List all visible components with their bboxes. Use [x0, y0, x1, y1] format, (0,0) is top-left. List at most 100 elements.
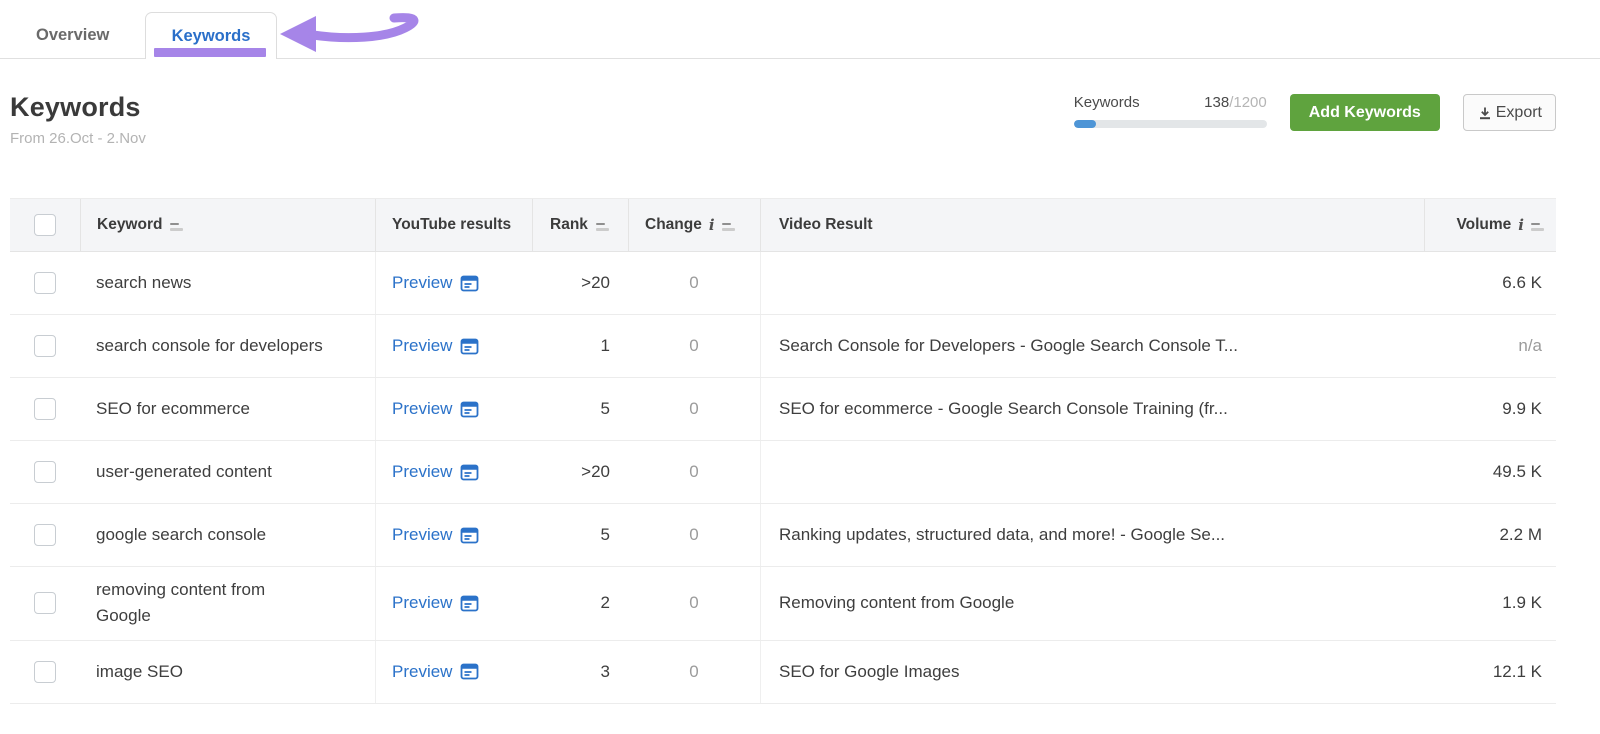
- limit-label: Keywords: [1073, 94, 1140, 111]
- preview-window-icon: [461, 527, 479, 543]
- add-keywords-label: Add Keywords: [1308, 103, 1421, 121]
- tab-overview[interactable]: Overview: [20, 12, 125, 58]
- keyword-cell: SEO for ecommerce: [96, 398, 250, 418]
- rank-value: 2: [600, 593, 610, 613]
- keywords-progress-fill: [1073, 120, 1096, 128]
- preview-link[interactable]: Preview: [392, 662, 479, 682]
- row-checkbox-cell: [10, 504, 80, 566]
- row-checkbox-cell: [10, 441, 80, 503]
- tab-keywords[interactable]: Keywords: [145, 12, 277, 59]
- row-checkbox-cell: [10, 378, 80, 440]
- tab-bar: Overview Keywords: [0, 0, 1600, 59]
- change-value: 0: [689, 336, 699, 355]
- date-range: From 26.Oct - 2.Nov: [10, 130, 146, 147]
- keywords-table: Keyword YouTube results Rank Change i Vi…: [10, 198, 1556, 704]
- preview-cell: Preview: [375, 504, 532, 566]
- preview-cell: Preview: [375, 378, 532, 440]
- keywords-limit-widget: Keywords 138/1200: [1073, 94, 1267, 128]
- page-title: Keywords: [10, 92, 141, 122]
- sort-icon: [721, 222, 735, 231]
- row-checkbox[interactable]: [34, 398, 56, 420]
- info-icon: i: [708, 215, 715, 234]
- preview-cell: Preview: [375, 567, 532, 640]
- table-row: image SEO Preview 3 0 SEO for Google Ima…: [10, 640, 1556, 704]
- keywords-limit-text: Keywords 138/1200: [1074, 94, 1267, 111]
- volume-value: 12.1 K: [1492, 661, 1542, 681]
- table-row: user-generated content Preview >20 0 49.…: [10, 441, 1556, 504]
- keyword-cell: user-generated content: [96, 461, 272, 481]
- preview-window-icon: [461, 464, 479, 480]
- limit-used: 138: [1204, 94, 1230, 111]
- preview-window-icon: [461, 338, 479, 354]
- preview-window-icon: [461, 663, 479, 680]
- row-checkbox[interactable]: [34, 524, 56, 546]
- keyword-cell: search console for developers: [96, 335, 323, 355]
- add-keywords-button[interactable]: Add Keywords: [1289, 94, 1440, 131]
- rank-value: 3: [600, 661, 610, 681]
- tab-overview-label: Overview: [36, 25, 110, 44]
- column-header-rank[interactable]: Rank: [532, 199, 628, 251]
- page-content: Keywords From 26.Oct - 2.Nov Keywords 13…: [0, 92, 1600, 704]
- purple-highlight-underline: [154, 48, 266, 57]
- info-icon: i: [1518, 215, 1524, 234]
- preview-link[interactable]: Preview: [392, 399, 479, 419]
- row-checkbox[interactable]: [34, 272, 56, 294]
- keyword-header-label: Keyword: [97, 216, 163, 233]
- preview-label: Preview: [392, 525, 453, 544]
- change-value: 0: [689, 593, 699, 613]
- row-checkbox-cell: [10, 252, 80, 314]
- volume-value: 2.2 M: [1499, 525, 1542, 544]
- preview-label: Preview: [392, 593, 453, 613]
- preview-label: Preview: [392, 462, 453, 481]
- select-all-checkbox[interactable]: [34, 214, 56, 236]
- header-controls: Keywords 138/1200 Add Keywords Export: [1073, 92, 1556, 131]
- volume-value: 9.9 K: [1502, 399, 1542, 418]
- row-checkbox[interactable]: [34, 461, 56, 483]
- rank-header-label: Rank: [550, 216, 588, 233]
- table-row: search console for developers Preview 1 …: [10, 315, 1556, 378]
- preview-cell: Preview: [375, 441, 532, 503]
- table-body: search news Preview >20 0 6.6 K search c…: [10, 252, 1556, 704]
- change-value: 0: [689, 525, 699, 544]
- preview-link[interactable]: Preview: [392, 273, 479, 293]
- download-icon: [1479, 107, 1490, 119]
- preview-cell: Preview: [375, 252, 532, 314]
- keyword-cell: image SEO: [96, 661, 183, 681]
- video-result-value: [760, 441, 1424, 503]
- volume-value: 1.9 K: [1502, 593, 1542, 613]
- row-checkbox[interactable]: [34, 335, 56, 357]
- column-header-video-result: Video Result: [760, 199, 1424, 251]
- volume-value: 6.6 K: [1502, 273, 1542, 292]
- row-checkbox[interactable]: [34, 660, 56, 683]
- volume-value: 49.5 K: [1492, 462, 1542, 481]
- keyword-cell: removing content from Google: [96, 580, 266, 626]
- column-header-volume[interactable]: Volume i: [1424, 199, 1556, 251]
- preview-link[interactable]: Preview: [392, 462, 479, 482]
- volume-value: n/a: [1518, 336, 1542, 355]
- export-button[interactable]: Export: [1462, 94, 1556, 131]
- volume-header-label: Volume: [1456, 216, 1512, 233]
- row-checkbox-cell: [10, 315, 80, 377]
- preview-link[interactable]: Preview: [392, 336, 479, 356]
- preview-link[interactable]: Preview: [392, 525, 479, 545]
- column-header-keyword[interactable]: Keyword: [80, 199, 375, 251]
- keywords-progress-track: [1073, 120, 1267, 128]
- row-checkbox[interactable]: [34, 592, 56, 615]
- export-label: Export: [1495, 103, 1542, 121]
- rank-value: >20: [581, 273, 610, 292]
- row-checkbox-cell: [10, 641, 80, 703]
- column-header-change[interactable]: Change i: [628, 199, 760, 251]
- change-value: 0: [689, 273, 699, 292]
- tab-keywords-label: Keywords: [171, 26, 251, 45]
- keyword-cell: google search console: [96, 524, 267, 544]
- preview-label: Preview: [392, 336, 453, 355]
- video-result-value: Removing content from Google: [760, 567, 1424, 640]
- change-header-label: Change: [645, 216, 702, 233]
- preview-window-icon: [461, 401, 479, 417]
- rank-value: 1: [600, 336, 610, 355]
- preview-link[interactable]: Preview: [392, 593, 479, 613]
- youtube-results-header-label: YouTube results: [392, 216, 512, 233]
- video-result-value: SEO for ecommerce - Google Search Consol…: [760, 378, 1424, 440]
- change-value: 0: [689, 462, 699, 481]
- sort-icon: [595, 222, 609, 231]
